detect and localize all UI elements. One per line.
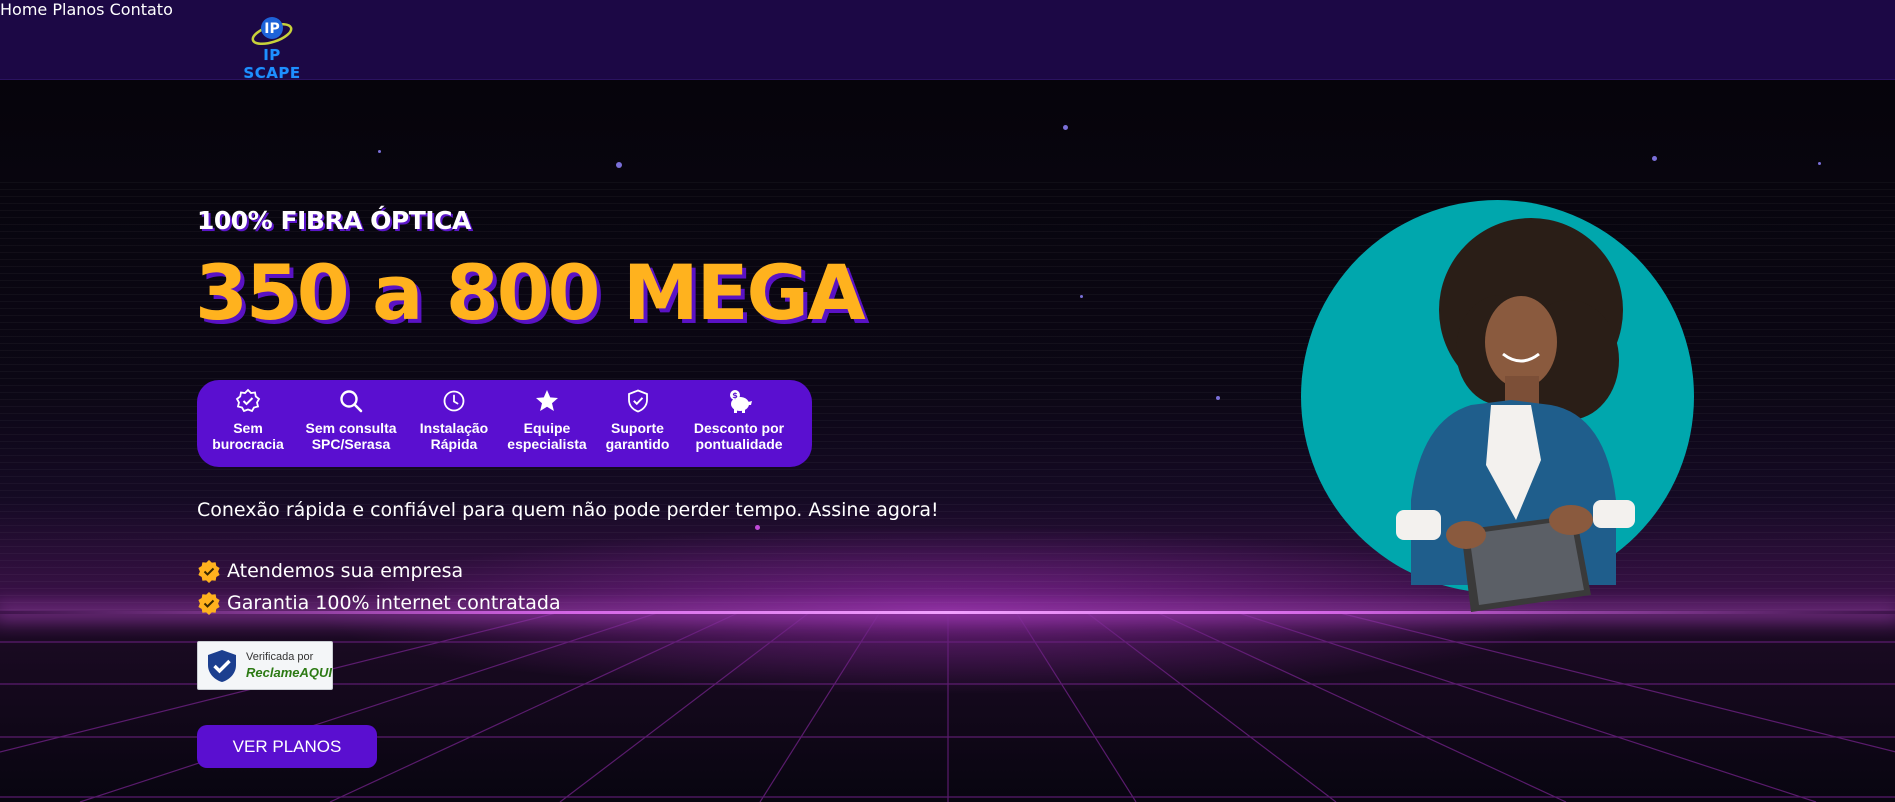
feature-label-line2: garantido <box>605 436 670 452</box>
hero-kicker: 100% FIBRA ÓPTICA <box>197 206 471 235</box>
verified-badge-icon <box>235 388 261 413</box>
reclame-aqui-badge[interactable]: Verificada por ReclameAQUI <box>197 641 333 690</box>
feature-equipe-especialista: Equipe especialista <box>502 388 592 452</box>
nav-home[interactable]: Home <box>0 0 47 19</box>
ver-planos-button[interactable]: VER PLANOS <box>197 725 377 768</box>
shield-check-icon <box>627 389 648 413</box>
feature-desconto-pontualidade: $ Desconto por pontualidade <box>684 388 794 452</box>
star-dot <box>755 525 760 530</box>
feature-instalacao-rapida: Instalação Rápida <box>409 388 499 452</box>
logo-wordmark: IP SCAPE <box>243 46 301 82</box>
bullet-item: Atendemos sua empresa <box>197 558 463 584</box>
clock-icon <box>443 390 465 412</box>
feature-label-line1: Desconto por <box>693 420 785 436</box>
bullet-item: Garantia 100% internet contratada <box>197 590 561 616</box>
badge-brand: ReclameAQUI <box>246 665 332 680</box>
hero-headline: 350 a 800 MEGA <box>195 248 866 337</box>
hero-tagline: Conexão rápida e confiável para quem não… <box>197 499 939 521</box>
features-panel: Sem burocracia Sem consulta SPC/Serasa I… <box>197 380 812 467</box>
star-dot <box>616 162 622 168</box>
feature-label-line2: especialista <box>507 436 587 452</box>
feature-sem-burocracia: Sem burocracia <box>203 388 293 452</box>
check-badge-icon <box>198 560 220 583</box>
star-dot <box>1080 295 1083 298</box>
svg-text:IP: IP <box>264 21 279 37</box>
top-navigation-bar: IP IP SCAPE Home Planos Contato <box>0 0 1895 82</box>
feature-label-line1: Equipe <box>523 420 571 436</box>
check-badge-icon <box>198 592 220 615</box>
feature-label-line2: SPC/Serasa <box>311 436 391 452</box>
feature-suporte-garantido: Suporte garantido <box>595 388 680 452</box>
star-dot <box>1818 162 1821 165</box>
star-dot <box>378 150 381 153</box>
badge-caption: Verificada por <box>246 651 314 663</box>
svg-text:$: $ <box>732 391 738 400</box>
verified-shield-icon <box>208 650 236 682</box>
bullet-text: Atendemos sua empresa <box>227 560 464 582</box>
star-icon <box>536 390 558 411</box>
feature-label-line1: Sem <box>233 420 263 436</box>
feature-label-line1: Instalação <box>419 420 489 436</box>
woman-with-tablet-photo <box>1396 218 1635 612</box>
feature-label-line2: burocracia <box>212 436 284 452</box>
piggy-bank-icon: $ <box>730 390 752 413</box>
nav-planos[interactable]: Planos <box>52 0 104 19</box>
star-dot <box>1652 156 1657 161</box>
star-dot <box>1063 125 1068 130</box>
search-icon <box>340 390 363 413</box>
star-dot <box>1216 396 1220 400</box>
nav-contato[interactable]: Contato <box>110 0 173 19</box>
feature-label-line2: Rápida <box>430 436 478 452</box>
logo-emblem-icon: IP <box>251 17 293 46</box>
ip-scape-logo[interactable]: IP IP SCAPE <box>236 12 308 82</box>
feature-sem-consulta: Sem consulta SPC/Serasa <box>301 388 401 452</box>
feature-label-line1: Suporte <box>611 420 664 436</box>
bullet-text: Garantia 100% internet contratada <box>227 592 561 614</box>
feature-label-line2: pontualidade <box>695 436 783 452</box>
feature-label-line1: Sem consulta <box>305 420 397 436</box>
